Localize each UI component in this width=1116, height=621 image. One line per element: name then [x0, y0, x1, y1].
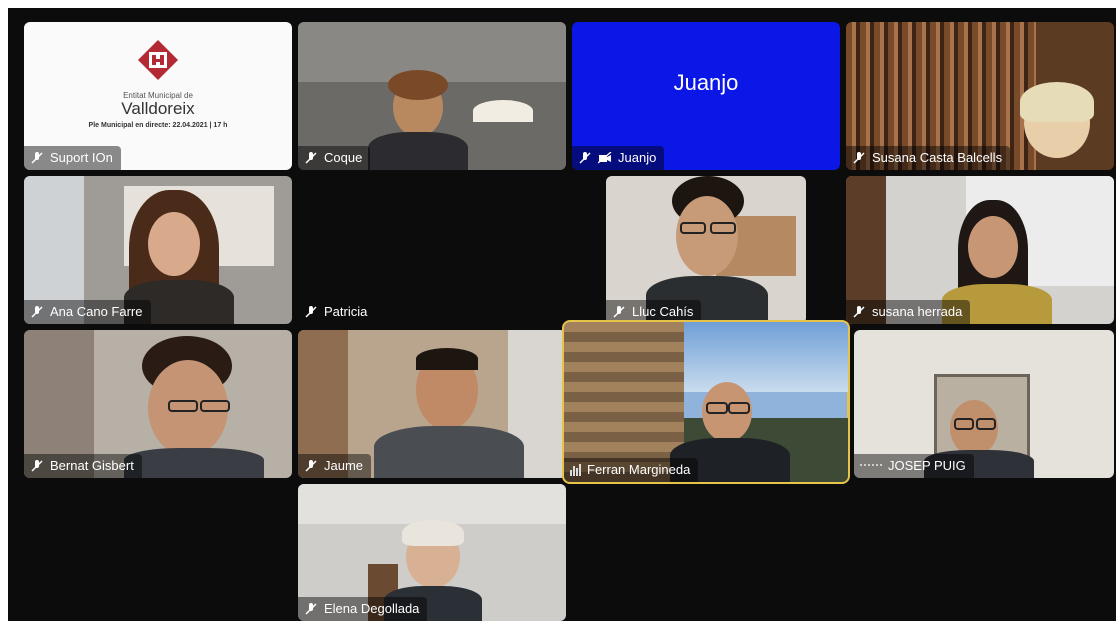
- connection-dots-icon: [860, 464, 882, 468]
- participant-label: Coque: [298, 146, 371, 170]
- gallery-view: Entitat Municipal de Valldoreix Ple Muni…: [8, 8, 1116, 621]
- participant-tile-lluc-cahis[interactable]: Lluc Cahís: [606, 176, 806, 324]
- participant-tile-coque[interactable]: Coque: [298, 22, 566, 170]
- mic-muted-icon: [305, 306, 317, 318]
- mic-muted-icon: [853, 152, 865, 164]
- org-logo-block: Entitat Municipal de Valldoreix Ple Muni…: [24, 38, 292, 129]
- participant-name: Elena Degollada: [324, 601, 420, 616]
- participant-name: Juanjo: [618, 150, 657, 165]
- participant-label: Juanjo: [572, 146, 665, 170]
- mic-muted-icon: [853, 306, 865, 318]
- participant-tile-jaume[interactable]: Jaume: [298, 330, 566, 478]
- participant-label: Patricia: [298, 300, 375, 324]
- participant-name: susana herrada: [872, 304, 963, 319]
- participant-tile-juanjo[interactable]: Juanjo Juanjo: [572, 22, 840, 170]
- participant-tile-josep-puig[interactable]: JOSEP PUIG: [854, 330, 1114, 478]
- participant-tile-ana-cano[interactable]: Ana Cano Farre: [24, 176, 292, 324]
- participant-name: Ferran Margineda: [587, 462, 691, 477]
- participant-tile-ferran-margineda[interactable]: Ferran Margineda: [562, 320, 850, 484]
- mic-muted-icon: [305, 460, 317, 472]
- participant-label: Lluc Cahís: [606, 300, 702, 324]
- participant-name: Jaume: [324, 458, 364, 473]
- participant-label: JOSEP PUIG: [854, 454, 974, 478]
- participant-label: Ferran Margineda: [564, 458, 699, 482]
- participant-tile-elena-degollada[interactable]: Elena Degollada: [298, 484, 566, 621]
- audio-bars-icon: [570, 464, 581, 476]
- participant-label: Susana Casta Balcells: [846, 146, 1011, 170]
- participant-label: Bernat Gisbert: [24, 454, 142, 478]
- participant-name: Susana Casta Balcells: [872, 150, 1003, 165]
- participant-tile-susana-herrada[interactable]: susana herrada: [846, 176, 1114, 324]
- participant-label: Suport IOn: [24, 146, 121, 170]
- camera-off-icon: [598, 152, 612, 164]
- mic-muted-icon: [305, 152, 317, 164]
- person-figure: [148, 212, 200, 276]
- mic-muted-icon: [31, 306, 43, 318]
- participant-label: Ana Cano Farre: [24, 300, 151, 324]
- org-subtitle: Ple Municipal en directe: 22.04.2021 | 1…: [88, 122, 228, 129]
- participant-label: susana herrada: [846, 300, 971, 324]
- mic-muted-icon: [579, 152, 591, 164]
- participant-name: Lluc Cahís: [632, 304, 694, 319]
- mic-muted-icon: [31, 460, 43, 472]
- participant-label: Jaume: [298, 454, 372, 478]
- org-name: Valldoreix: [121, 99, 195, 118]
- participant-name: Patricia: [324, 304, 368, 319]
- valldoreix-logo-icon: [138, 40, 178, 80]
- participant-tile-suport-ion[interactable]: Entitat Municipal de Valldoreix Ple Muni…: [24, 22, 292, 170]
- participant-name: Ana Cano Farre: [50, 304, 143, 319]
- participant-name: Bernat Gisbert: [50, 458, 134, 473]
- mic-muted-icon: [613, 306, 625, 318]
- participant-tile-bernat-gisbert[interactable]: Bernat Gisbert: [24, 330, 292, 478]
- participant-name: Coque: [324, 150, 363, 165]
- mic-muted-icon: [305, 603, 317, 615]
- participant-label: Elena Degollada: [298, 597, 428, 621]
- participant-name: Suport IOn: [50, 150, 113, 165]
- participant-name: JOSEP PUIG: [888, 458, 966, 473]
- participant-tile-susana-casta[interactable]: Susana Casta Balcells: [846, 22, 1114, 170]
- person-figure: [968, 216, 1018, 278]
- participant-avatar-name: Juanjo: [673, 70, 739, 95]
- participant-tile-patricia[interactable]: Patricia: [298, 176, 566, 324]
- person-figure: [676, 196, 738, 276]
- mic-muted-icon: [31, 152, 43, 164]
